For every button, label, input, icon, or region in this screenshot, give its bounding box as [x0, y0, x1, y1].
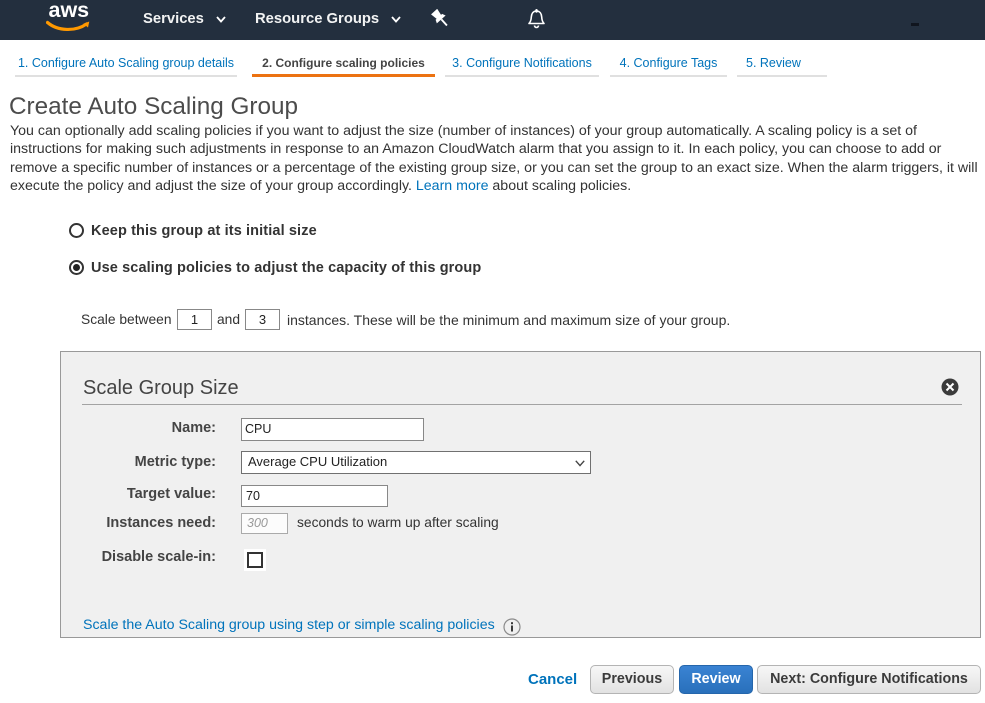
svg-text:aws: aws: [49, 3, 90, 22]
